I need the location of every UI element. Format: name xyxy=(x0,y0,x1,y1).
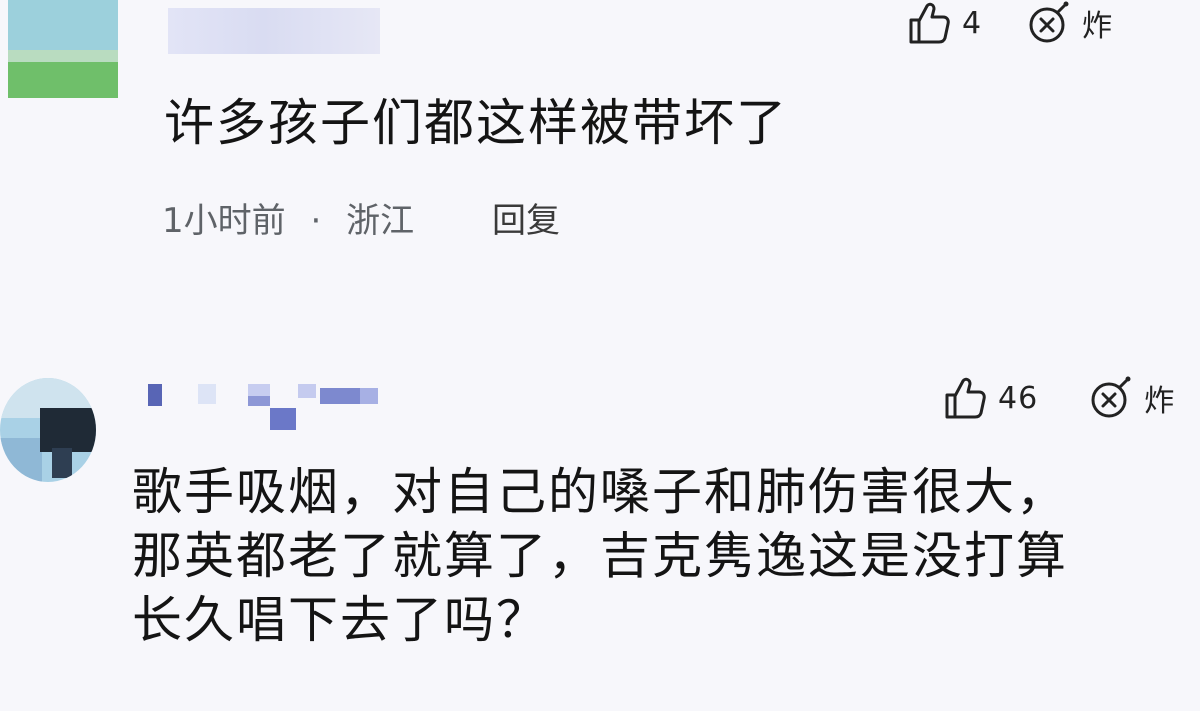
comment-text: 许多孩子们都这样被带坏了 xyxy=(164,94,788,152)
comment-text-line: 歌手吸烟，对自己的嗓子和肺伤害很大， xyxy=(132,463,1068,521)
avatar[interactable] xyxy=(8,0,118,98)
bomb-icon[interactable] xyxy=(1026,0,1072,46)
username-blurred[interactable] xyxy=(168,8,380,54)
thumbs-up-icon[interactable] xyxy=(906,0,952,46)
avatar[interactable] xyxy=(0,378,96,482)
thumbs-up-icon[interactable] xyxy=(942,375,988,421)
comment-actions: 4 炸 xyxy=(906,0,1112,46)
comment-time: 1小时前 xyxy=(162,201,286,241)
comment-text-line: 那英都老了就算了，吉克隽逸这是没打算 xyxy=(132,527,1068,585)
like-count: 4 xyxy=(962,5,983,41)
like-count: 46 xyxy=(998,380,1039,416)
username-blurred[interactable] xyxy=(148,380,398,430)
bomb-label[interactable]: 炸 xyxy=(1082,1,1112,45)
comment-location: 浙江 xyxy=(346,201,415,241)
comment-meta: 1小时前 · 浙江 xyxy=(162,196,414,246)
meta-separator: · xyxy=(310,201,322,241)
comment-text: 歌手吸烟，对自己的嗓子和肺伤害很大， 那英都老了就算了，吉克隽逸这是没打算 长久… xyxy=(132,460,1068,652)
comment-actions: 46 炸 xyxy=(942,372,1174,424)
bomb-label[interactable]: 炸 xyxy=(1144,376,1174,420)
reply-button[interactable]: 回复 xyxy=(492,196,560,246)
bomb-icon[interactable] xyxy=(1088,375,1134,421)
comment-text-line: 长久唱下去了吗？ xyxy=(132,591,548,649)
comment-list: 4 炸 许多孩子们都这样被带坏了 1小时前 · 浙江 回复 46 炸 歌手吸烟，… xyxy=(0,0,1200,711)
